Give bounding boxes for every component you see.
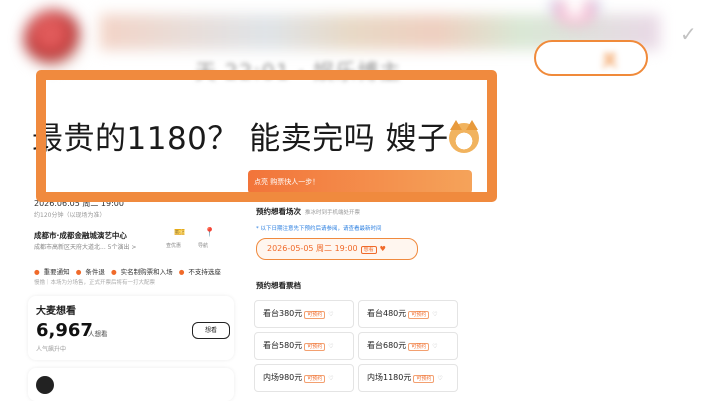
price-tag: 可预约	[408, 343, 430, 351]
event-address: 成都市高新区天府大道北... 5个演出 >	[34, 244, 137, 251]
price-option[interactable]: 看台380元 可预约 ♡	[254, 300, 354, 328]
want-unit: 人想看	[88, 330, 108, 338]
tag-note: 慢撸｜本场为分场售，正式开票后将有一打大配票	[34, 280, 156, 286]
event-duration: 约120分钟（以现场为准）	[34, 212, 106, 219]
price-option[interactable]: 看台480元 可预约 ♡	[358, 300, 458, 328]
price-tag: 可预约	[304, 311, 326, 319]
price-label: 看台480元	[367, 309, 407, 318]
tag-dot-icon: ●	[34, 268, 40, 276]
price-tag: 可预约	[304, 375, 326, 383]
session-section-label: 预约想看场次	[256, 207, 301, 216]
price-label: 内场980元	[263, 373, 303, 382]
want-to-see-card: 大麦想看 6,967 人想看 人气飙升中 想看	[28, 296, 234, 360]
price-option[interactable]: 内场1180元 可预约 ♡	[358, 364, 458, 392]
bell-icon: ♡	[437, 375, 443, 382]
price-grid: 看台380元 可预约 ♡ 看台480元 可预约 ♡ 看台580元 可预约 ♡ 看台680元可…	[254, 300, 466, 400]
heart-icon: ♥	[379, 245, 386, 253]
reservation-panel: 点亮 购票快人一步！ 预约想看场次 推冰时到手机端处开票 * 以下日期注意先下预约…	[246, 168, 472, 401]
price-section-title: 预约想看票档	[256, 281, 301, 290]
price-label: 看台580元	[263, 341, 303, 350]
highlight-frame	[36, 70, 497, 202]
bell-icon: ♡	[328, 311, 334, 318]
coupon-icon[interactable]: 🎫	[174, 228, 185, 238]
want-to-see-button[interactable]: 想看	[192, 322, 230, 339]
want-title: 大麦想看	[36, 306, 76, 317]
session-label: 2026-05-05 周二 19:00	[267, 244, 358, 253]
price-option[interactable]: 看台680元 可预约 ♡	[358, 332, 458, 360]
price-tag: 可预约	[304, 343, 326, 351]
tag-dot-icon: ●	[111, 268, 117, 276]
follow-button[interactable]: 关	[534, 40, 648, 76]
event-info-panel: 2026.06.05 周二 19:00 约120分钟（以现场为准） 成都市·成都…	[26, 186, 240, 401]
bell-icon: ♡	[432, 343, 438, 350]
tag-dot-icon: ●	[75, 268, 82, 276]
session-note: * 以下日期注意先下预约后请参阅，请查看最新时间	[256, 226, 382, 232]
price-label: 内场1180元	[367, 373, 412, 382]
session-section-title: 预约想看场次 推冰时到手机端处开票	[256, 206, 360, 217]
price-label: 看台380元	[263, 309, 303, 318]
author-avatar[interactable]	[24, 10, 82, 68]
want-subtext: 人气飙升中	[36, 346, 67, 353]
nav-label: 导航	[198, 243, 209, 249]
bell-icon: ♡	[328, 375, 334, 382]
session-tag: 想看	[360, 246, 377, 254]
bell-icon: ♡	[328, 343, 334, 350]
location-pin-icon[interactable]: 📍	[204, 228, 215, 238]
coupon-label: 查优惠	[166, 243, 182, 249]
tag-item: 不支持选座	[188, 268, 221, 276]
event-venue[interactable]: 成都市·成都金融城演艺中心	[34, 230, 127, 241]
tag-dot-icon: ●	[178, 268, 185, 276]
price-tag: 可预约	[413, 375, 435, 383]
tag-item: 重要通知	[43, 268, 70, 276]
bell-icon: ♡	[432, 311, 438, 318]
artist-avatar	[36, 376, 54, 394]
price-option[interactable]: 内场980元 可预约 ♡	[254, 364, 354, 392]
price-label: 看台680元	[367, 341, 407, 350]
tag-item: 条件退	[85, 268, 105, 276]
follow-label: 关	[601, 51, 618, 71]
price-option[interactable]: 看台580元 可预约 ♡	[254, 332, 354, 360]
want-button-label: 想看	[204, 327, 217, 334]
check-icon: ✓	[680, 22, 697, 46]
price-tag: 可预约	[408, 311, 430, 319]
session-section-note: 推冰时到手机端处开票	[305, 210, 361, 216]
artist-card[interactable]	[28, 368, 234, 401]
tag-item: 实名制购票和入场	[120, 268, 173, 276]
session-option[interactable]: 2026-05-05 周二 19:00 想看 ♥	[256, 238, 418, 260]
post-header: 天 22:01 · 娱乐博主 关 ✓	[0, 0, 720, 84]
notice-tags[interactable]: ● 重要通知 ● 条件退 ● 实名制购票和入场 ● 不支持选座	[34, 266, 225, 276]
want-count: 6,967	[36, 320, 93, 341]
